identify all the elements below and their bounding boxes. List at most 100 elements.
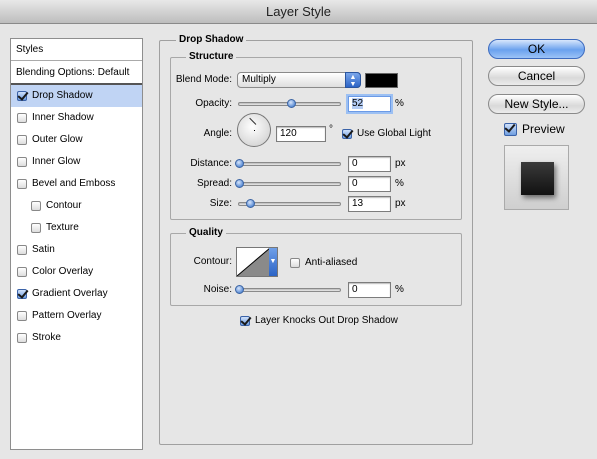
style-item-checkbox[interactable] xyxy=(17,311,27,321)
contour-dropdown-icon[interactable]: ▼ xyxy=(269,248,277,276)
styles-header[interactable]: Styles xyxy=(11,39,142,61)
style-item[interactable]: Texture xyxy=(11,217,142,239)
style-item-checkbox[interactable] xyxy=(17,333,27,343)
style-item-checkbox[interactable] xyxy=(17,179,27,189)
new-style-button[interactable]: New Style... xyxy=(488,94,585,114)
spread-unit: % xyxy=(395,178,404,189)
style-item-label: Contour xyxy=(46,200,82,211)
global-light-checkbox-box[interactable] xyxy=(342,128,352,139)
anti-aliased-label: Anti-aliased xyxy=(305,257,358,268)
size-input[interactable]: 13 xyxy=(348,196,391,212)
spread-slider-thumb[interactable] xyxy=(235,179,244,188)
style-item-label: Outer Glow xyxy=(32,134,83,145)
distance-unit: px xyxy=(395,158,406,169)
style-item[interactable]: Contour xyxy=(11,195,142,217)
angle-label: Angle: xyxy=(203,128,232,139)
style-item-checkbox[interactable] xyxy=(31,223,41,233)
style-item-label: Inner Shadow xyxy=(32,112,94,123)
style-item[interactable]: Inner Glow xyxy=(11,151,142,173)
opacity-input[interactable]: 52 xyxy=(348,96,391,112)
opacity-label: Opacity: xyxy=(195,98,232,109)
noise-unit: % xyxy=(395,284,404,295)
opacity-slider-thumb[interactable] xyxy=(286,99,296,108)
spread-input[interactable]: 0 xyxy=(348,176,391,192)
style-item-label: Bevel and Emboss xyxy=(32,178,116,189)
window-title: Layer Style xyxy=(0,0,597,24)
noise-slider-thumb[interactable] xyxy=(235,285,244,294)
noise-label: Noise: xyxy=(203,284,232,295)
size-unit: px xyxy=(395,198,406,209)
knockout-label: Layer Knocks Out Drop Shadow xyxy=(255,315,398,326)
use-global-light-checkbox[interactable]: Use Global Light xyxy=(342,128,431,139)
style-item-checkbox[interactable] xyxy=(17,245,27,255)
contour-picker[interactable]: ▼ xyxy=(236,247,278,277)
global-light-label: Use Global Light xyxy=(357,128,431,139)
noise-input[interactable]: 0 xyxy=(348,282,391,298)
style-item-label: Drop Shadow xyxy=(32,90,93,101)
structure-title: Structure xyxy=(186,51,237,62)
blend-mode-value: Multiply xyxy=(242,74,276,85)
style-item[interactable]: Outer Glow xyxy=(11,129,142,151)
contour-curve-icon xyxy=(237,248,270,276)
style-item-checkbox[interactable] xyxy=(17,157,27,167)
style-item-label: Texture xyxy=(46,222,79,233)
style-item[interactable]: Stroke xyxy=(11,327,142,349)
anti-aliased-checkbox-box[interactable] xyxy=(290,257,300,268)
style-item[interactable]: Color Overlay xyxy=(11,261,142,283)
preview-label: Preview xyxy=(522,122,565,136)
spread-label: Spread: xyxy=(196,178,232,189)
style-item-checkbox[interactable] xyxy=(31,201,41,211)
style-item[interactable]: Inner Shadow xyxy=(11,107,142,129)
style-item-label: Satin xyxy=(32,244,55,255)
style-item-checkbox[interactable] xyxy=(17,91,27,101)
style-item-label: Inner Glow xyxy=(32,156,81,167)
style-item-checkbox[interactable] xyxy=(17,113,27,123)
distance-input[interactable]: 0 xyxy=(348,156,391,172)
ok-button[interactable]: OK xyxy=(488,39,585,59)
style-item[interactable]: Drop Shadow xyxy=(11,85,142,107)
style-item[interactable]: Pattern Overlay xyxy=(11,305,142,327)
style-preview xyxy=(504,145,569,210)
angle-dial[interactable] xyxy=(237,113,271,147)
size-slider-thumb[interactable] xyxy=(246,199,255,208)
style-item-label: Gradient Overlay xyxy=(32,288,108,299)
style-item-label: Color Overlay xyxy=(32,266,94,277)
opacity-unit: % xyxy=(395,98,404,109)
distance-slider-thumb[interactable] xyxy=(235,159,244,168)
preview-checkbox[interactable]: Preview xyxy=(504,122,565,136)
angle-unit: ° xyxy=(329,124,333,135)
contour-label: Contour: xyxy=(193,256,232,267)
knockout-checkbox[interactable]: Layer Knocks Out Drop Shadow xyxy=(240,315,398,326)
blend-mode-label: Blend Mode: xyxy=(175,74,232,85)
distance-label: Distance: xyxy=(190,158,232,169)
style-item-label: Stroke xyxy=(32,332,61,343)
drop-shadow-title: Drop Shadow xyxy=(176,34,247,45)
style-items: Drop Shadow Inner Shadow Outer Glow Inner G… xyxy=(11,85,142,349)
angle-input[interactable]: 120 xyxy=(276,126,326,142)
layer-style-dialog: Styles Blending Options: Default Drop Sh… xyxy=(0,24,597,459)
style-item-checkbox[interactable] xyxy=(17,135,27,145)
style-item[interactable]: Gradient Overlay xyxy=(11,283,142,305)
knockout-checkbox-box[interactable] xyxy=(240,315,250,326)
quality-group xyxy=(170,233,462,306)
style-item-checkbox[interactable] xyxy=(17,267,27,277)
select-arrows-icon: ▲ ▼ xyxy=(345,72,361,88)
cancel-button[interactable]: Cancel xyxy=(488,66,585,86)
preview-thumbnail xyxy=(521,162,554,195)
size-label: Size: xyxy=(209,198,232,209)
distance-slider-track[interactable] xyxy=(238,162,341,166)
blending-options-item[interactable]: Blending Options: Default xyxy=(11,61,142,85)
spread-slider-track[interactable] xyxy=(238,182,341,186)
shadow-color-swatch[interactable] xyxy=(365,73,398,88)
blend-mode-select[interactable]: Multiply ▲ ▼ xyxy=(237,72,361,88)
anti-aliased-checkbox[interactable]: Anti-aliased xyxy=(290,257,357,268)
style-item[interactable]: Bevel and Emboss xyxy=(11,173,142,195)
angle-dial-indicator xyxy=(249,117,257,125)
preview-checkbox-box[interactable] xyxy=(504,122,517,136)
quality-title: Quality xyxy=(186,227,226,238)
style-item-label: Pattern Overlay xyxy=(32,310,102,321)
noise-slider-track[interactable] xyxy=(238,288,341,292)
style-item[interactable]: Satin xyxy=(11,239,142,261)
style-item-checkbox[interactable] xyxy=(17,289,27,299)
styles-list: Styles Blending Options: Default Drop Sh… xyxy=(10,38,143,450)
